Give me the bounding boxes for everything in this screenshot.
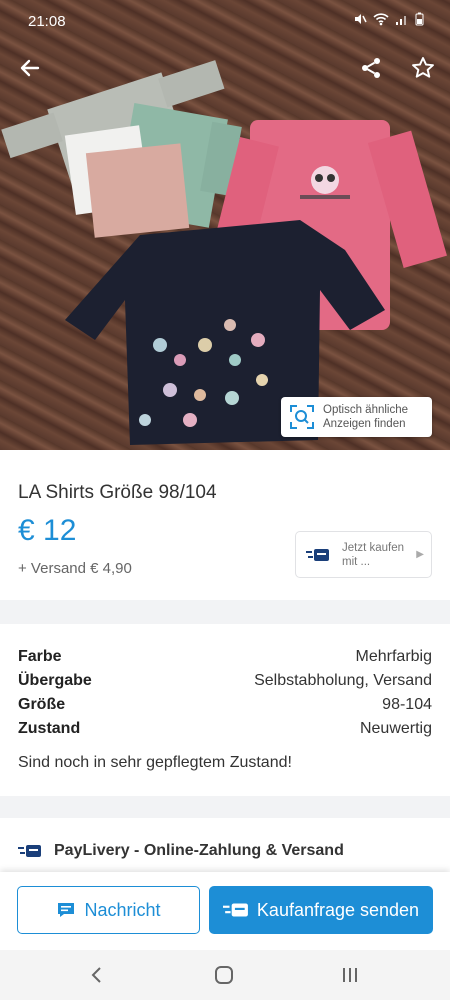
wifi-icon: [373, 13, 389, 26]
share-button[interactable]: [355, 52, 387, 84]
visual-search-icon: [290, 405, 314, 429]
attribute-value: Mehrfarbig: [355, 648, 432, 665]
status-time: 21:08: [28, 13, 66, 30]
nav-home-button[interactable]: [210, 962, 238, 988]
status-icons: [353, 12, 424, 26]
attribute-key: Farbe: [18, 648, 62, 665]
star-outline-icon: [412, 57, 434, 78]
share-icon: [362, 58, 380, 78]
listing-description: Sind noch in sehr gepflegtem Zustand!: [18, 754, 292, 771]
paylivery-card[interactable]: PayLivery - Online-Zahlung & Versand: [0, 818, 450, 878]
favorite-button[interactable]: [407, 52, 439, 84]
nav-recents-button[interactable]: [336, 962, 364, 988]
chat-bubble-icon: [58, 903, 75, 917]
paylivery-row: PayLivery - Online-Zahlung & Versand: [18, 842, 344, 860]
system-navigation-bar: [0, 950, 450, 1000]
attribute-key: Übergabe: [18, 672, 92, 689]
arrow-left-icon: [20, 59, 40, 77]
visual-search-label: Optisch ähnliche Anzeigen finden: [323, 404, 409, 430]
attribute-value: Selbstabholung, Versand: [254, 672, 432, 689]
paylivery-icon: [306, 548, 329, 561]
mute-icon: [355, 14, 367, 24]
signal-icon: [396, 16, 406, 25]
attribute-row: Zustand Neuwertig: [18, 720, 432, 744]
chevron-left-icon: [91, 967, 101, 983]
action-bar: Nachricht Kaufanfrage senden: [0, 872, 450, 950]
listing-price: € 12: [18, 514, 77, 547]
back-button[interactable]: [14, 52, 46, 84]
status-bar: 21:08: [0, 0, 450, 44]
paylivery-label: PayLivery - Online-Zahlung & Versand: [54, 842, 344, 859]
home-icon: [215, 966, 233, 984]
buy-now-button[interactable]: Jetzt kaufen mit ... ▶: [295, 531, 432, 578]
listing-details-card: Farbe Mehrfarbig Übergabe Selbstabholung…: [0, 624, 450, 796]
listing-photo[interactable]: 21:08 Optisch ähnliche Anzeigen finden: [0, 0, 450, 450]
attribute-value: 98-104: [382, 696, 432, 713]
paylivery-icon: [222, 903, 248, 917]
buy-request-label: Kaufanfrage senden: [256, 899, 420, 920]
attribute-row: Farbe Mehrfarbig: [18, 648, 432, 672]
listing-title: LA Shirts Größe 98/104: [18, 482, 217, 503]
battery-icon: [415, 12, 424, 26]
message-button[interactable]: Nachricht: [17, 886, 200, 934]
nav-back-button[interactable]: [83, 962, 111, 988]
shipping-cost: + Versand € 4,90: [18, 560, 132, 577]
attribute-value: Neuwertig: [359, 720, 432, 737]
buy-now-label: Jetzt kaufen mit ...: [342, 541, 405, 568]
recents-icon: [343, 968, 357, 982]
chevron-right-icon: ▶: [416, 549, 424, 560]
attribute-key: Zustand: [18, 720, 81, 737]
attribute-key: Größe: [18, 696, 66, 713]
paylivery-icon: [18, 845, 41, 857]
visual-search-button[interactable]: Optisch ähnliche Anzeigen finden: [281, 397, 432, 437]
attribute-row: Größe 98-104: [18, 696, 432, 720]
listing-summary-card: LA Shirts Größe 98/104 € 12 + Versand € …: [0, 450, 450, 600]
buy-request-button[interactable]: Kaufanfrage senden: [209, 886, 433, 934]
attribute-row: Übergabe Selbstabholung, Versand: [18, 672, 432, 696]
message-label: Nachricht: [84, 899, 161, 920]
